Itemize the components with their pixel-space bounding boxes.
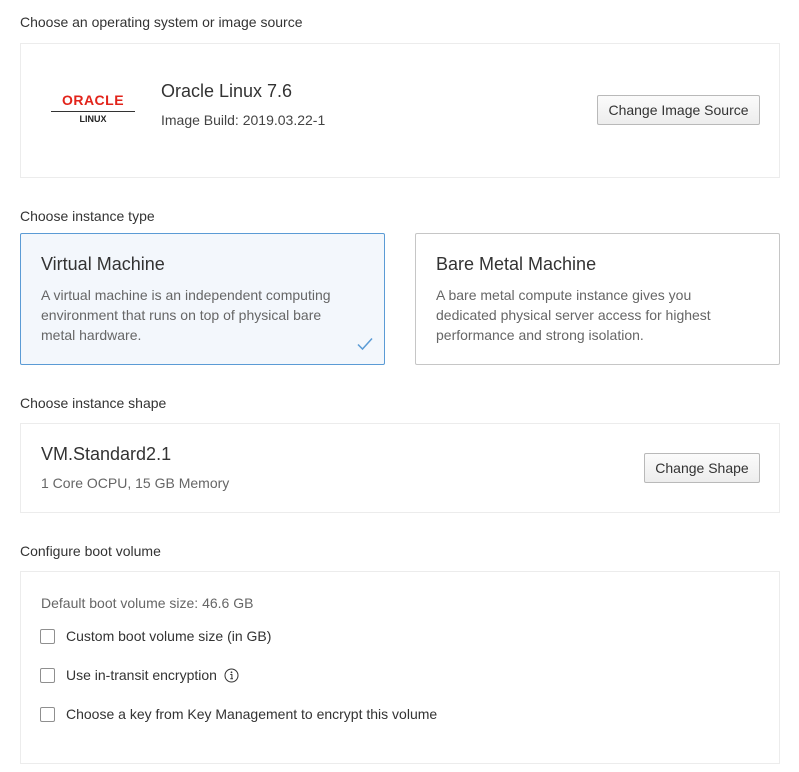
boot-volume-title: Configure boot volume (20, 543, 161, 559)
instance-shape-title: Choose instance shape (20, 395, 167, 411)
image-build: Image Build: 2019.03.22-1 (161, 112, 326, 128)
image-name: Oracle Linux 7.6 (161, 81, 293, 101)
default-boot-volume-size: Default boot volume size: 46.6 GB (41, 595, 254, 611)
instance-type-title: Choose instance type (20, 208, 155, 224)
key-management-checkbox[interactable] (40, 706, 55, 722)
shape-card: VM.Standard2.1 1 Core OCPU, 15 GB Memory… (20, 423, 780, 513)
key-management-label[interactable]: Choose a key from Key Management to encr… (66, 706, 437, 722)
logo-brand-text: ORACLE (61, 92, 125, 108)
instance-type-option-title: Bare Metal Machine (436, 254, 597, 274)
instance-type-option-title: Virtual Machine (41, 254, 165, 274)
shape-name: VM.Standard2.1 (41, 444, 172, 464)
change-image-source-button[interactable]: Change Image Source (597, 95, 760, 125)
logo-divider (51, 111, 135, 112)
instance-type-virtual-machine[interactable]: Virtual Machine A virtual machine is an … (20, 233, 385, 365)
custom-boot-volume-size-label[interactable]: Custom boot volume size (in GB) (66, 628, 271, 644)
shape-details: 1 Core OCPU, 15 GB Memory (41, 475, 230, 491)
custom-boot-volume-size-option[interactable]: Custom boot volume size (in GB) (40, 627, 271, 645)
in-transit-encryption-checkbox[interactable] (40, 667, 55, 683)
checkmark-icon (357, 337, 373, 351)
change-shape-button[interactable]: Change Shape (644, 453, 760, 483)
key-management-option[interactable]: Choose a key from Key Management to encr… (40, 705, 437, 723)
in-transit-encryption-option[interactable]: Use in-transit encryption (40, 666, 239, 684)
logo-sub-text: LINUX (79, 114, 107, 124)
in-transit-encryption-label[interactable]: Use in-transit encryption (66, 667, 217, 683)
custom-boot-volume-size-checkbox[interactable] (40, 628, 55, 644)
info-icon[interactable] (224, 668, 239, 683)
image-section-title: Choose an operating system or image sour… (20, 14, 303, 30)
instance-type-option-description: A virtual machine is an independent comp… (41, 287, 331, 343)
instance-type-option-description: A bare metal compute instance gives you … (436, 287, 711, 343)
instance-type-bare-metal[interactable]: Bare Metal Machine A bare metal compute … (415, 233, 780, 365)
oracle-linux-logo: ORACLE LINUX (51, 92, 135, 128)
image-card: ORACLE LINUX Oracle Linux 7.6 Image Buil… (20, 43, 780, 178)
